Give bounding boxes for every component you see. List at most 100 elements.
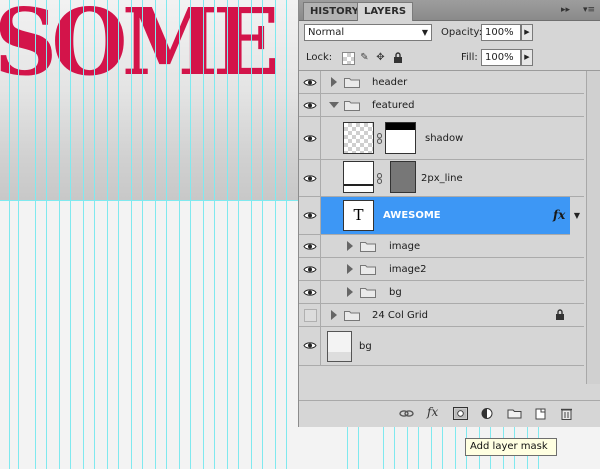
- double-arrow-icon[interactable]: ▸▸: [561, 3, 570, 17]
- vertical-guide: [238, 0, 239, 469]
- expand-arrow-icon[interactable]: [347, 287, 353, 297]
- lock-transparent-icon[interactable]: [342, 52, 355, 65]
- eye-icon: [303, 102, 317, 109]
- eye-icon: [303, 175, 317, 182]
- visibility-toggle[interactable]: [299, 197, 321, 234]
- tooltip: Add layer mask: [465, 438, 557, 456]
- visibility-toggle[interactable]: [299, 281, 321, 303]
- chain-link-icon: [377, 173, 382, 184]
- add-layer-mask-icon[interactable]: [453, 407, 468, 420]
- vertical-guide: [227, 0, 228, 469]
- layer-name: 2px_line: [421, 173, 463, 184]
- layer-mask-thumbnail[interactable]: [390, 161, 416, 193]
- layer-row-image2[interactable]: image2: [299, 258, 584, 281]
- new-group-icon[interactable]: [507, 407, 522, 420]
- layer-row-image[interactable]: image: [299, 235, 584, 258]
- blend-mode-value: Normal: [308, 27, 345, 38]
- layer-row-bg-group[interactable]: bg: [299, 281, 584, 304]
- visibility-toggle[interactable]: [299, 235, 321, 257]
- tab-layers[interactable]: LAYERS: [357, 2, 414, 21]
- layer-row-shadow[interactable]: shadow: [299, 117, 584, 160]
- collapse-arrow-icon[interactable]: [329, 102, 339, 108]
- vertical-guide: [155, 0, 156, 469]
- fx-icon[interactable]: fx: [427, 405, 438, 419]
- vertical-guide: [59, 0, 60, 469]
- visibility-toggle[interactable]: [299, 258, 321, 280]
- lock-icon: [556, 309, 564, 320]
- vertical-guide: [214, 0, 215, 469]
- expand-arrow-icon[interactable]: [331, 310, 337, 320]
- adjustment-layer-icon[interactable]: [480, 407, 495, 420]
- layer-name: featured: [372, 100, 415, 111]
- eye-icon: [303, 266, 317, 273]
- layers-scrollbar[interactable]: [586, 71, 600, 384]
- layer-thumbnail[interactable]: [327, 331, 352, 362]
- layer-name: shadow: [425, 133, 464, 144]
- hidden-eye-box: [304, 309, 317, 322]
- fx-icon[interactable]: fx: [553, 208, 565, 222]
- lock-image-brush-icon[interactable]: ✎: [359, 52, 370, 63]
- layer-mask-thumbnail[interactable]: [385, 122, 416, 154]
- visibility-toggle[interactable]: [299, 94, 321, 116]
- layer-name: bg: [359, 341, 372, 352]
- blend-mode-select[interactable]: Normal ▼: [304, 24, 432, 41]
- folder-icon: [360, 242, 376, 252]
- visibility-toggle[interactable]: [299, 117, 321, 159]
- panel-menu-icon[interactable]: ▾≡: [583, 3, 595, 17]
- lock-position-icon[interactable]: ✥: [375, 52, 386, 63]
- folder-icon: [360, 265, 376, 275]
- layer-row-awesome[interactable]: T AWESOME fx: [299, 197, 584, 235]
- vertical-guide: [262, 0, 263, 469]
- layer-row-2px-line[interactable]: 2px_line: [299, 160, 584, 197]
- layer-row-featured[interactable]: featured: [299, 94, 584, 117]
- opacity-slider-button[interactable]: ▶: [521, 24, 533, 41]
- lock-all-icon[interactable]: [392, 52, 403, 63]
- layer-row-bg[interactable]: bg: [299, 327, 584, 366]
- effects-expand-icon[interactable]: ▼: [570, 197, 584, 235]
- panel-tab-bar: HISTORY LAYERS ▸▸ ▾≡: [299, 0, 600, 21]
- vertical-guide: [203, 0, 204, 469]
- new-layer-icon[interactable]: [533, 407, 548, 420]
- eye-icon: [303, 243, 317, 250]
- vertical-guide: [107, 0, 108, 469]
- panel-footer: fx: [299, 400, 600, 427]
- layer-name: AWESOME: [383, 210, 441, 221]
- vertical-guide: [35, 0, 36, 469]
- trash-icon[interactable]: [559, 407, 574, 420]
- expand-arrow-icon[interactable]: [331, 77, 337, 87]
- chain-link-icon: [377, 133, 382, 144]
- blend-opacity-row: Normal ▼ Opacity: 100% ▶: [299, 20, 600, 46]
- vertical-guide: [46, 0, 47, 469]
- expand-arrow-icon[interactable]: [347, 241, 353, 251]
- vertical-guide: [131, 0, 132, 469]
- text-layer-thumbnail[interactable]: T: [343, 200, 374, 231]
- chevron-down-icon: ▼: [421, 28, 428, 37]
- fill-input[interactable]: 100%: [481, 49, 521, 66]
- visibility-toggle[interactable]: [299, 71, 321, 93]
- eye-icon: [303, 342, 317, 349]
- expand-arrow-icon[interactable]: [347, 264, 353, 274]
- fill-label: Fill:: [461, 52, 478, 63]
- eye-icon: [303, 135, 317, 142]
- layer-row-24-col-grid[interactable]: 24 Col Grid: [299, 304, 584, 327]
- headline-text: SOME: [0, 0, 280, 96]
- opacity-input[interactable]: 100%: [481, 24, 521, 41]
- vertical-guide: [94, 0, 95, 469]
- layer-thumbnail[interactable]: [343, 122, 374, 154]
- layer-name: image: [389, 241, 421, 252]
- layer-name: bg: [389, 287, 402, 298]
- visibility-toggle[interactable]: [299, 160, 321, 196]
- vertical-guide: [18, 0, 19, 469]
- layer-name: 24 Col Grid: [372, 310, 428, 321]
- fill-slider-button[interactable]: ▶: [521, 49, 533, 66]
- vertical-guide: [70, 0, 71, 469]
- vertical-guide: [251, 0, 252, 469]
- eye-icon: [303, 212, 317, 219]
- layer-thumbnail[interactable]: [343, 161, 374, 193]
- link-layers-icon[interactable]: [399, 407, 414, 420]
- eye-icon: [303, 289, 317, 296]
- visibility-toggle[interactable]: [299, 327, 321, 365]
- visibility-toggle[interactable]: [299, 304, 321, 326]
- vertical-guide: [190, 0, 191, 469]
- layer-row-header[interactable]: header: [299, 71, 584, 94]
